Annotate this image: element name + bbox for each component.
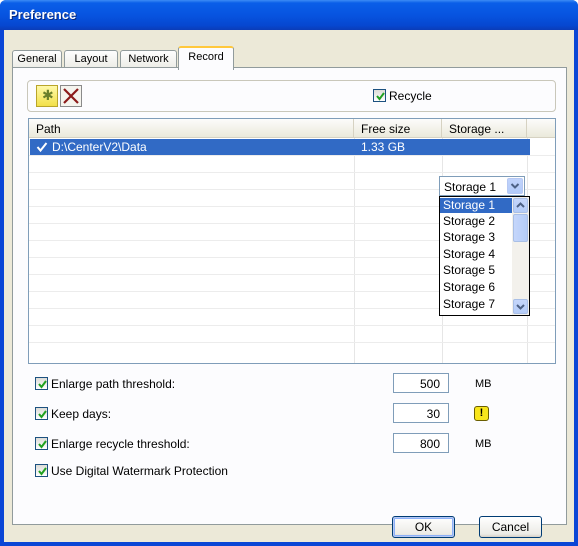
table-row[interactable]: D:\CenterV2\Data 1.33 GB [30,139,530,155]
watermark-option[interactable]: Use Digital Watermark Protection [35,463,228,478]
warning-icon: ! [474,406,489,421]
title-bar[interactable]: Preference [0,0,578,30]
list-header: Path Free size Storage ... [29,119,555,138]
recycle-checkbox[interactable] [373,89,386,103]
delete-path-button[interactable] [60,85,82,107]
dropdown-option[interactable]: Storage 3 [440,230,513,245]
scrollbar-thumb[interactable] [513,214,528,242]
storage-combobox-value: Storage 1 [444,180,497,194]
dropdown-option[interactable]: Storage 6 [440,280,513,295]
enlarge-recycle-input[interactable]: 800 [393,433,449,453]
add-star-icon: ✱ [42,87,54,103]
preference-window: Preference General Layout Network Record… [0,0,578,546]
chevron-up-icon [516,202,525,208]
checkmark-icon [38,380,47,389]
watermark-checkbox[interactable] [35,464,48,478]
storage-combobox[interactable]: Storage 1 [439,176,525,196]
delete-x-icon [63,88,79,104]
dropdown-scrollbar[interactable] [512,197,529,315]
chevron-down-icon [510,183,520,189]
scroll-up-button[interactable] [513,198,528,213]
enlarge-path-input[interactable]: 500 [393,373,449,393]
checkmark-icon [38,440,47,449]
checkmark-icon [38,467,47,476]
combobox-dropdown-button[interactable] [507,178,523,194]
window-title: Preference [9,7,77,22]
enlarge-recycle-unit: MB [475,438,492,450]
enlarge-recycle-option[interactable]: Enlarge recycle threshold: [35,436,190,451]
dropdown-option[interactable]: Storage 4 [440,247,513,262]
watermark-label: Use Digital Watermark Protection [51,463,228,478]
checkmark-icon [376,92,385,101]
enlarge-recycle-checkbox[interactable] [35,437,48,451]
enlarge-path-unit: MB [475,378,492,390]
keep-days-checkbox[interactable] [35,407,48,421]
cancel-button[interactable]: Cancel [479,516,542,538]
dropdown-option[interactable]: Storage 5 [440,263,513,278]
record-tab-panel: ✱ Recycle Path Free size Storage ... D:\… [12,67,567,525]
add-path-button[interactable]: ✱ [36,85,58,107]
enlarge-path-option[interactable]: Enlarge path threshold: [35,376,175,391]
chevron-down-icon [516,304,525,310]
dropdown-option[interactable]: Storage 1 [440,198,513,213]
row-checkmark-icon[interactable] [36,141,48,153]
column-header-path[interactable]: Path [29,119,354,138]
grid-line [29,342,555,343]
row-path: D:\CenterV2\Data [52,140,147,154]
tab-strip: General Layout Network Record [12,46,412,70]
enlarge-recycle-label: Enlarge recycle threshold: [51,436,190,451]
scroll-down-button[interactable] [513,299,528,314]
grid-line [29,172,555,173]
checkmark-icon [38,410,47,419]
toolbar-group: ✱ Recycle [27,80,556,112]
column-header-free-size[interactable]: Free size [354,119,442,138]
storage-dropdown-list[interactable]: Storage 1 Storage 2 Storage 3 Storage 4 … [439,196,530,316]
enlarge-path-label: Enlarge path threshold: [51,376,176,391]
keep-days-label: Keep days: [51,406,112,421]
grid-line [29,325,555,326]
keep-days-option[interactable]: Keep days: [35,406,111,421]
enlarge-path-checkbox[interactable] [35,377,48,391]
recycle-option[interactable]: Recycle [373,88,432,103]
recycle-label: Recycle [389,88,432,103]
grid-line [29,155,555,156]
keep-days-input[interactable]: 30 [393,403,449,423]
ok-button[interactable]: OK [392,516,455,538]
dropdown-option[interactable]: Storage 2 [440,214,513,229]
tab-record[interactable]: Record [178,46,234,70]
column-header-storage[interactable]: Storage ... [442,119,527,138]
row-free-size: 1.33 GB [361,140,406,154]
dropdown-option[interactable]: Storage 7 [440,297,513,312]
dialog-client-area: General Layout Network Record ✱ Recycle [4,30,574,542]
